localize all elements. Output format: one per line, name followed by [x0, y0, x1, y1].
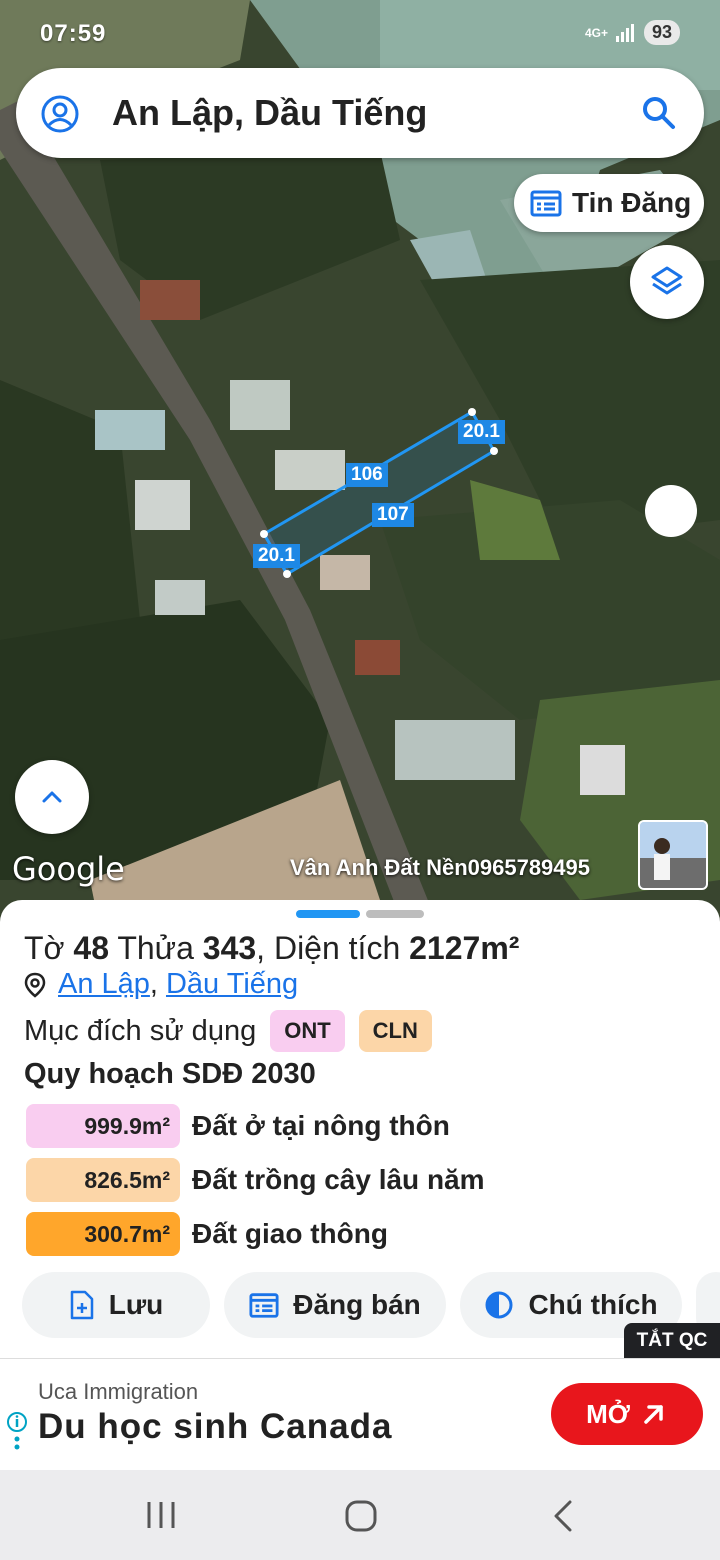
recent-apps-icon[interactable]	[145, 1500, 177, 1535]
commune-link[interactable]: An Lập	[58, 968, 150, 1001]
planning-label: Đất ở tại nông thôn	[192, 1110, 450, 1141]
home-icon[interactable]	[344, 1500, 378, 1537]
ad-open-label: MỞ	[586, 1398, 630, 1429]
layers-button[interactable]	[630, 245, 704, 319]
edge-label-top-right: 20.1	[458, 420, 505, 444]
map-marker-dot[interactable]	[645, 485, 697, 537]
google-logo: Google	[12, 850, 125, 888]
parcel-info-sheet: Tờ 48 Thửa 343, Diện tích 2127m² An Lập …	[0, 900, 720, 1360]
ad-title[interactable]: Du học sinh Canada	[38, 1407, 392, 1447]
person-photo-icon	[640, 822, 706, 888]
edge-label-bottom: 107	[372, 503, 414, 527]
expand-up-button[interactable]	[15, 760, 89, 834]
planning-area: 300.7m²	[26, 1212, 180, 1256]
search-bar[interactable]: An Lập, Dầu Tiếng	[16, 68, 704, 158]
back-icon[interactable]	[550, 1500, 574, 1537]
ad-info-icon[interactable]	[6, 1411, 28, 1468]
search-icon[interactable]	[640, 94, 678, 137]
ad-brand: Uca Immigration	[38, 1379, 199, 1404]
ad-banner[interactable]: Uca Immigration Du học sinh Canada MỞ	[0, 1358, 720, 1471]
system-nav-bar	[0, 1470, 720, 1560]
ad-open-button[interactable]: MỞ	[551, 1383, 703, 1445]
planning-row: 826.5m² Đất trồng cây lâu năm	[26, 1158, 485, 1202]
planning-label: Đất trồng cây lâu năm	[192, 1164, 485, 1195]
edge-label-left: 20.1	[253, 544, 300, 568]
planning-row: 300.7m² Đất giao thông	[26, 1212, 388, 1256]
location-pin-icon	[24, 972, 46, 998]
calendar-list-icon	[530, 190, 562, 217]
save-label: Lưu	[108, 1289, 164, 1320]
legend-label: Chú thích	[528, 1289, 658, 1320]
status-icons: 4G+ 93	[585, 20, 680, 45]
search-query[interactable]: An Lập, Dầu Tiếng	[112, 92, 427, 134]
land-use-purpose: Mục đích sử dụng ONT CLN	[24, 1010, 446, 1052]
location-separator: ,	[149, 968, 158, 1000]
purpose-tag-cln: CLN	[358, 1010, 432, 1052]
sheet-handle-active[interactable]	[296, 910, 360, 918]
file-add-icon	[70, 1290, 93, 1320]
calendar-list-icon	[249, 1293, 279, 1318]
parcel-title: Tờ 48 Thửa 343, Diện tích 2127m²	[24, 930, 520, 966]
save-button[interactable]: Lưu	[22, 1272, 210, 1338]
tin-dang-label: Tin Đăng	[572, 187, 692, 218]
battery-level: 93	[643, 20, 680, 45]
purpose-label: Mục đích sử dụng	[24, 1014, 257, 1047]
network-indicator: 4G+	[584, 25, 608, 40]
contrast-icon	[485, 1291, 513, 1319]
planning-area: 999.9m²	[26, 1104, 180, 1148]
signal-icon	[615, 23, 634, 42]
close-ad-button[interactable]: TẮT QC	[624, 1323, 720, 1359]
sheet-handle-inactive[interactable]	[366, 910, 424, 918]
planning-title: Quy hoạch SDĐ 2030	[24, 1058, 316, 1090]
post-sale-button[interactable]: Đăng bán	[224, 1272, 446, 1338]
clock: 07:59	[40, 20, 107, 47]
agent-photo-thumbnail[interactable]	[638, 820, 708, 890]
layers-icon	[651, 266, 683, 295]
chevron-up-icon	[42, 791, 62, 803]
parcel-location: An Lập , Dầu Tiếng	[24, 968, 298, 1001]
edge-label-top: 106	[346, 463, 388, 487]
planning-label: Đất giao thông	[192, 1218, 388, 1249]
purpose-tag-ont: ONT	[270, 1010, 345, 1052]
arrow-up-right-icon	[644, 1405, 663, 1424]
watermark-text: Vân Anh Đất Nền0965789495	[290, 855, 590, 880]
planning-row: 999.9m² Đất ở tại nông thôn	[26, 1104, 450, 1148]
post-sale-label: Đăng bán	[293, 1289, 421, 1320]
planning-area: 826.5m²	[26, 1158, 180, 1202]
tin-dang-button[interactable]: Tin Đăng	[514, 174, 704, 232]
account-icon[interactable]	[40, 94, 80, 139]
status-bar: 07:59 4G+ 93	[0, 0, 720, 64]
district-link[interactable]: Dầu Tiếng	[166, 968, 298, 1001]
